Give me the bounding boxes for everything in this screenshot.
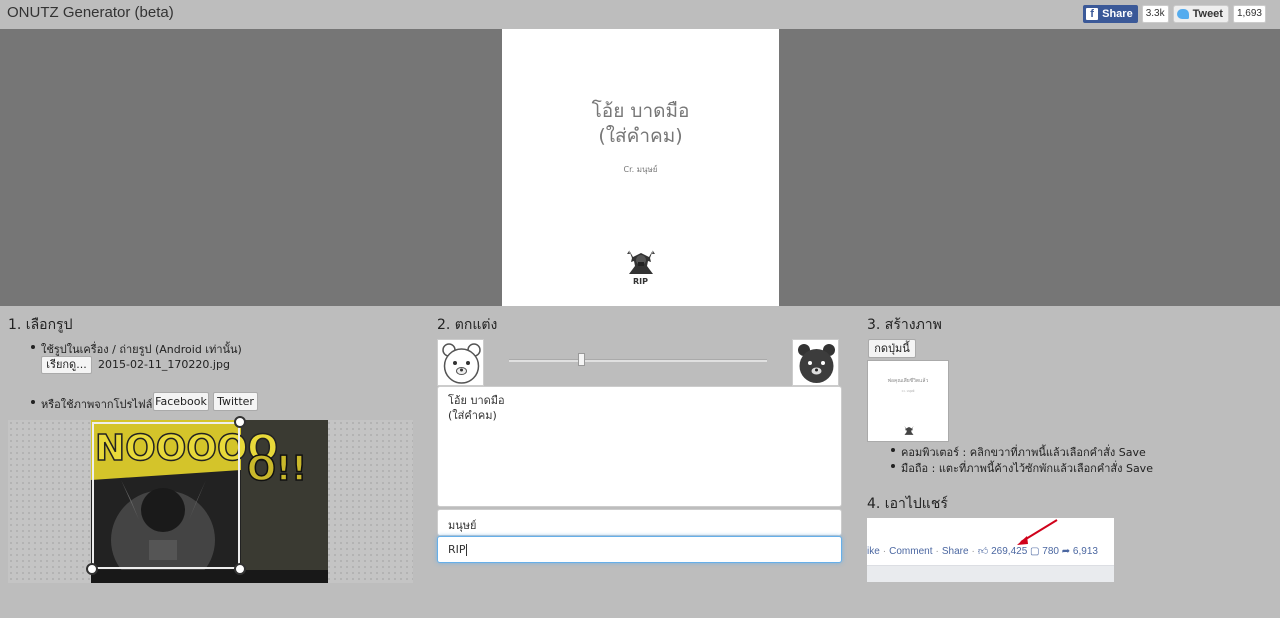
black-bear-avatar[interactable] — [792, 339, 839, 386]
create-image-button[interactable]: กดปุ่มนี้ — [868, 339, 916, 358]
social-buttons: f Share 3.3k Tweet 1,693 — [1083, 5, 1266, 23]
comment-link: Comment — [889, 546, 933, 557]
step2-title: 2. ตกแต่ง — [437, 317, 498, 333]
credit-input-value: มนุษย์ — [448, 519, 477, 532]
crop-handle-bottom-left[interactable] — [86, 563, 98, 575]
crop-selection[interactable] — [92, 422, 240, 569]
crop-handle-top-right[interactable] — [234, 416, 246, 428]
preview-stage: โอ้ย บาดมือ (ใส่คำคม) Cr. มนุษย์ RIP — [0, 29, 1280, 306]
vader-silhouette-icon — [627, 250, 655, 274]
white-bear-icon — [442, 343, 481, 384]
red-arrow-icon — [1017, 519, 1058, 545]
credit-input[interactable]: มนุษย์ — [437, 509, 842, 536]
share-example-image: ike · Comment · Share · 👍︎ 269,425 ▢ 780 ➦ 6,9… — [867, 518, 1114, 582]
thumbnail-logo-icon — [904, 425, 914, 435]
thumbnail-text: พ่อคุณเสียชีวิตแล้ว — [887, 378, 929, 384]
like-link: ike — [867, 546, 880, 557]
preview-quote: โอ้ย บาดมือ (ใส่คำคม) — [591, 100, 690, 147]
option-profile-label: หรือใช้ภาพจากโปรไฟล์ — [30, 395, 152, 413]
selected-file-name: 2015-02-11_170220.jpg — [98, 358, 230, 371]
shares-count: 6,913 — [1072, 546, 1098, 557]
text-caret — [465, 544, 467, 556]
preview-canvas: โอ้ย บาดมือ (ใส่คำคม) Cr. มนุษย์ RIP — [502, 29, 779, 306]
app-title: ONUTZ Generator (beta) — [7, 4, 174, 21]
instruction-mobile: มือถือ : แตะที่ภาพนี้ค้างไว้ซักพักแล้วเล… — [891, 459, 1153, 477]
browse-button[interactable]: เรียกดู... — [41, 356, 92, 374]
step1-title: 1. เลือกรูป — [8, 317, 73, 333]
style-slider-thumb[interactable] — [578, 353, 585, 366]
crop-handle-bottom-right[interactable] — [234, 563, 246, 575]
share-example-footer — [867, 565, 1114, 582]
share-link: Share — [941, 546, 969, 557]
top-bar: ONUTZ Generator (beta) f Share 3.3k Twee… — [0, 0, 1280, 29]
white-bear-avatar[interactable] — [437, 339, 484, 386]
stamp-input-value: RIP — [448, 543, 466, 556]
tweet-count: 1,693 — [1232, 5, 1266, 23]
preview-stamp: RIP — [633, 277, 648, 286]
thumbs-up-icon: 👍︎ — [977, 546, 989, 557]
facebook-icon: f — [1086, 8, 1099, 20]
step3-title: 3. สร้างภาพ — [867, 317, 942, 333]
facebook-share-label: Share — [1102, 8, 1133, 20]
facebook-share-count: 3.3k — [1141, 5, 1169, 23]
twitter-bird-icon — [1176, 9, 1189, 19]
thumbnail-credit: Cr. มนุษย์ — [901, 389, 915, 393]
facebook-share-button[interactable]: f Share — [1083, 5, 1138, 23]
twitter-tweet-button[interactable]: Tweet — [1172, 5, 1229, 23]
black-bear-icon — [798, 344, 835, 383]
preview-credit: Cr. มนุษย์ — [623, 165, 658, 174]
generated-image-thumbnail[interactable]: พ่อคุณเสียชีวิตแล้ว Cr. มนุษย์ — [867, 360, 949, 442]
step4-title: 4. เอาไปแชร์ — [867, 496, 948, 512]
facebook-profile-button[interactable]: Facebook — [153, 392, 209, 411]
quote-textarea[interactable]: โอ้ย บาดมือ (ใส่คำคม) — [437, 386, 842, 507]
svg-text:O!!: O!! — [247, 449, 307, 489]
stamp-input[interactable]: RIP — [437, 536, 842, 563]
twitter-profile-button[interactable]: Twitter — [213, 392, 258, 411]
style-slider-track[interactable] — [509, 359, 767, 362]
tweet-label: Tweet — [1192, 8, 1223, 20]
